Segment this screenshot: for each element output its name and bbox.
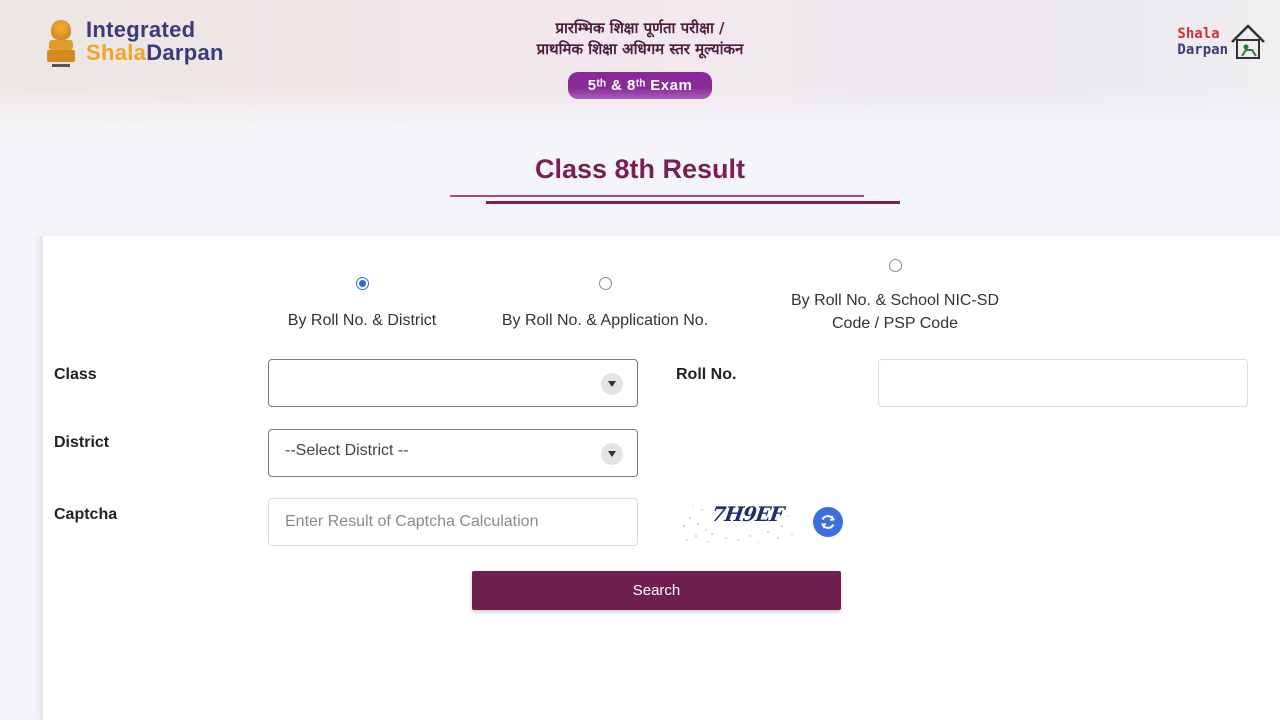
district-label: District xyxy=(54,434,110,451)
logo-line2-part1: Shala xyxy=(86,40,147,65)
national-emblem-icon xyxy=(44,18,78,70)
logo-line2-part2: Darpan xyxy=(146,40,224,65)
captcha-image: 7H9EF xyxy=(678,496,800,548)
shaladarpan-logo[interactable]: Shala Darpan xyxy=(1177,22,1266,62)
roll-no-input[interactable] xyxy=(878,359,1248,407)
roll-no-label: Roll No. xyxy=(676,366,737,383)
search-mode-roll-application[interactable]: By Roll No. & Application No. xyxy=(474,274,736,329)
search-mode-label-line2: Code / PSP Code xyxy=(831,315,958,332)
search-mode-label: By Roll No. & District xyxy=(287,312,437,329)
refresh-icon xyxy=(821,515,835,529)
captcha-code: 7H9EF xyxy=(710,502,785,526)
page-header: Integrated ShalaDarpan प्रारम्भिक शिक्षा… xyxy=(0,0,1280,128)
page-title: Class 8th Result xyxy=(534,154,746,184)
title-underline xyxy=(450,195,864,197)
captcha-input[interactable] xyxy=(268,498,638,546)
logo-right-line2: Darpan xyxy=(1177,42,1228,58)
logo-line1: Integrated xyxy=(86,17,196,42)
captcha-label: Captcha xyxy=(54,506,118,523)
logo-right-line1: Shala xyxy=(1177,26,1220,42)
radio-roll-application[interactable] xyxy=(598,277,612,290)
house-icon xyxy=(1231,24,1265,59)
class-select[interactable] xyxy=(268,359,638,407)
search-mode-roll-school-code[interactable]: By Roll No. & School NIC-SD Code / PSP C… xyxy=(760,256,1030,335)
integrated-shaladarpan-logo[interactable]: Integrated ShalaDarpan xyxy=(44,18,224,70)
refresh-captcha-button[interactable] xyxy=(813,507,843,537)
class-label: Class xyxy=(54,366,97,383)
search-mode-roll-district[interactable]: By Roll No. & District xyxy=(262,274,462,329)
radio-roll-district[interactable] xyxy=(355,277,369,290)
exam-badge: 5ᵗʰ & 8ᵗʰ Exam xyxy=(567,72,713,99)
title-underline-accent xyxy=(486,201,900,204)
search-mode-label: By Roll No. & Application No. xyxy=(501,312,709,329)
hindi-heading-line2: प्राथमिक शिक्षा अधिगम स्तर मूल्यांकन xyxy=(536,40,744,58)
district-select-value: --Select District -- xyxy=(285,442,409,459)
hindi-heading-line1: प्रारम्भिक शिक्षा पूर्णता परीक्षा / xyxy=(555,19,725,37)
chevron-down-icon xyxy=(601,373,623,395)
district-select[interactable]: --Select District -- xyxy=(268,429,638,477)
search-button[interactable]: Search xyxy=(472,571,841,610)
radio-roll-school-code[interactable] xyxy=(888,259,902,272)
search-mode-label-line1: By Roll No. & School NIC-SD xyxy=(790,292,1000,309)
exam-heading: प्रारम्भिक शिक्षा पूर्णता परीक्षा / प्रा… xyxy=(440,18,840,99)
chevron-down-icon xyxy=(601,443,623,465)
